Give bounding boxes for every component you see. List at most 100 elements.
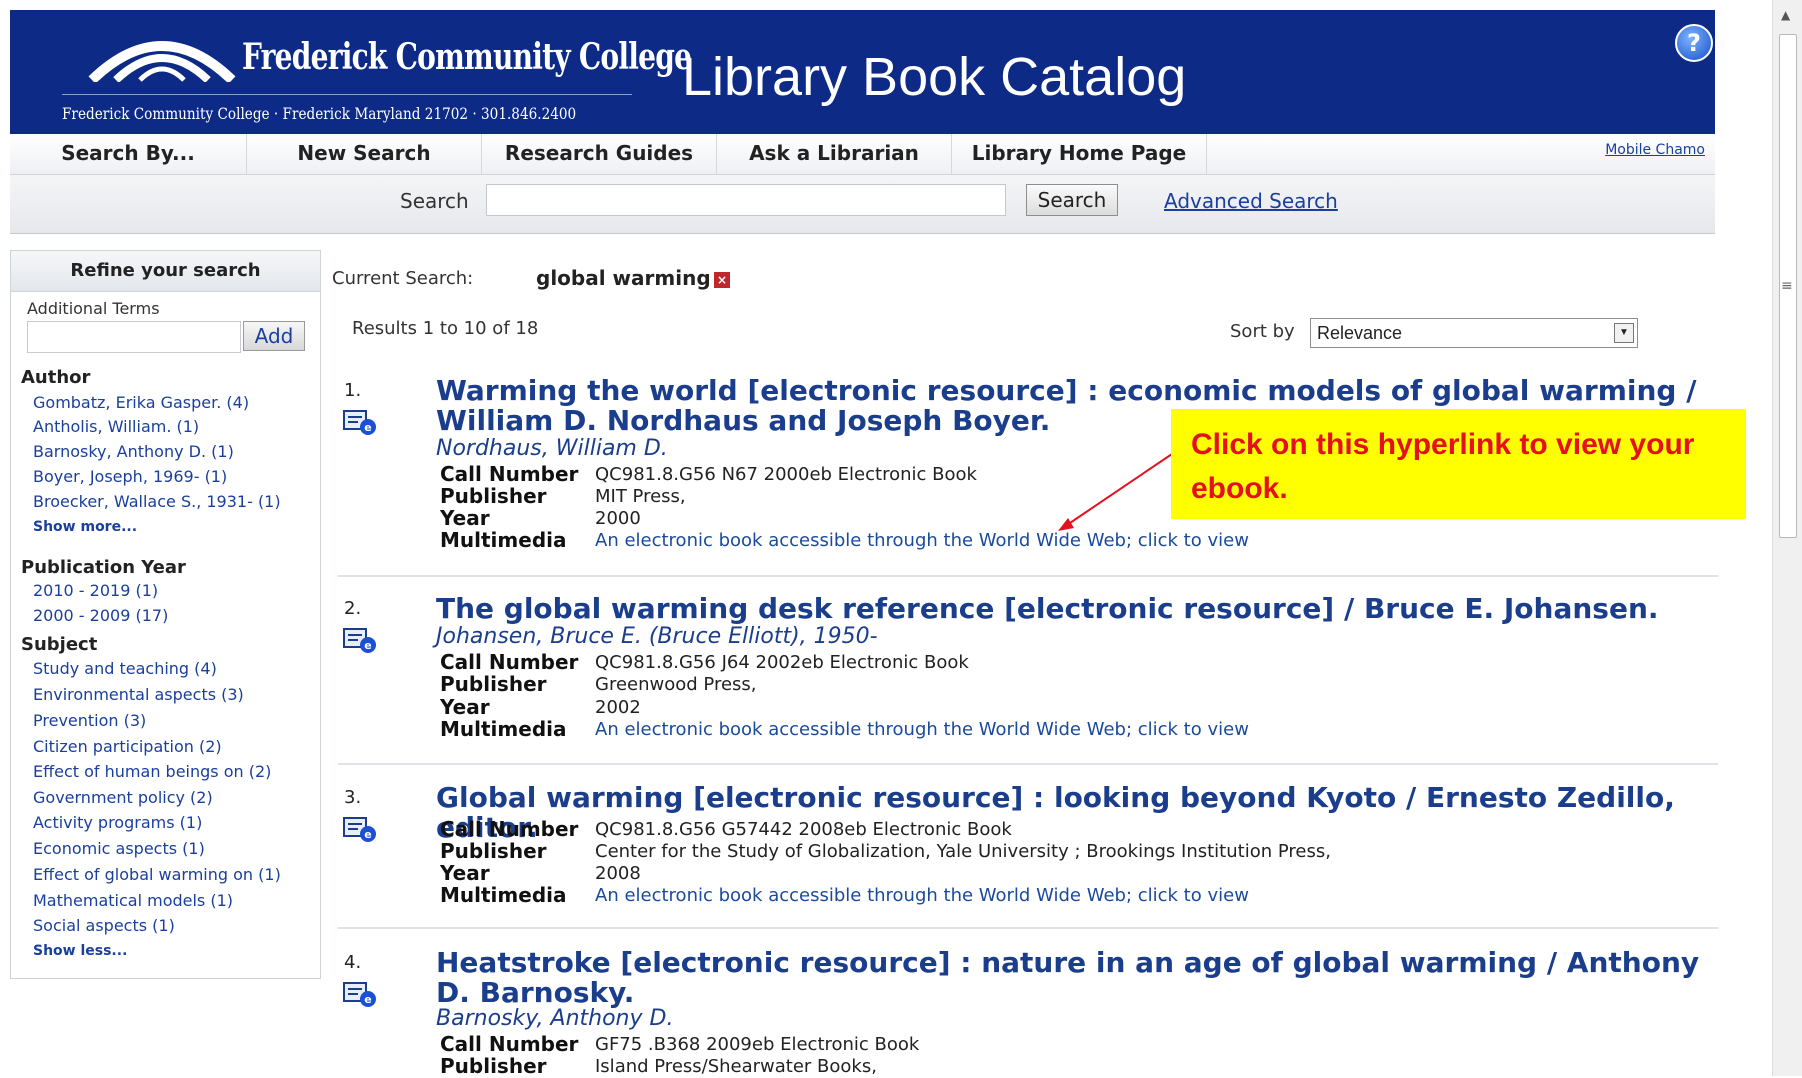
sort-label: Sort by [1230,321,1295,342]
catalog-page: Frederick Community College Frederick Co… [0,0,1760,1078]
refine-panel: Refine your search Additional Terms Add … [10,250,321,979]
scroll-up-icon[interactable]: ▲ [1781,8,1790,22]
result-divider [338,763,1718,765]
close-icon[interactable]: × [714,272,730,288]
year-value: 2008 [595,863,641,884]
facet-year[interactable]: 2010 - 2019 (1) [33,581,158,600]
advanced-search-link[interactable]: Advanced Search [1164,189,1338,213]
facet-author[interactable]: Gombatz, Erika Gasper. (4) [33,393,249,412]
ebook-icon: e [343,817,376,842]
call-number-value: QC981.8.G56 N67 2000eb Electronic Book [595,464,977,485]
facet-author[interactable]: Boyer, Joseph, 1969- (1) [33,467,227,486]
vertical-scrollbar[interactable]: ▲ [1772,0,1802,1076]
multimedia-label: Multimedia [440,717,567,741]
result-number: 1. [344,380,362,401]
facet-author[interactable]: Broecker, Wallace S., 1931- (1) [33,492,281,511]
multimedia-label: Multimedia [440,528,567,552]
call-number-label: Call Number [440,817,579,841]
result-title-link[interactable]: Heatstroke [electronic resource] : natur… [436,948,1716,1008]
facet-subject[interactable]: Economic aspects (1) [33,839,205,858]
current-search-term: global warming [536,266,711,290]
search-bar: Search Search Advanced Search [10,175,1715,234]
year-label: Year [440,506,490,530]
facet-author[interactable]: Barnosky, Anthony D. (1) [33,442,234,461]
call-number-label: Call Number [440,462,579,486]
publisher-label: Publisher [440,484,547,508]
college-logo-icon [88,41,236,82]
nav-library-home-page[interactable]: Library Home Page [952,134,1207,174]
search-button[interactable]: Search [1026,184,1118,216]
facet-subject[interactable]: Prevention (3) [33,711,146,730]
result-title-link[interactable]: The global warming desk reference [elect… [436,594,1716,624]
refine-heading: Refine your search [11,251,320,292]
result-number: 4. [344,952,362,973]
facet-subject[interactable]: Social aspects (1) [33,916,175,935]
additional-terms-label: Additional Terms [27,299,160,318]
call-number-label: Call Number [440,1032,579,1056]
facet-subject[interactable]: Environmental aspects (3) [33,685,244,704]
svg-text:e: e [364,639,371,652]
mobile-link[interactable]: Mobile Chamo [1605,142,1705,158]
page-title: Library Book Catalog [682,47,1187,107]
sort-value: Relevance [1317,323,1403,343]
call-number-value: QC981.8.G56 G57442 2008eb Electronic Boo… [595,819,1012,840]
additional-terms-input[interactable] [27,321,241,353]
publisher-value: MIT Press, [595,486,686,507]
publication-year-heading: Publication Year [21,557,186,578]
subject-heading: Subject [21,634,98,655]
nav-ask-a-librarian[interactable]: Ask a Librarian [717,134,952,174]
result-author-link[interactable]: Barnosky, Anthony D. [436,1006,673,1031]
facet-subject[interactable]: Activity programs (1) [33,813,202,832]
facet-subject[interactable]: Effect of human beings on (2) [33,762,271,781]
show-less-link[interactable]: Show less... [33,943,127,959]
facet-subject[interactable]: Study and teaching (4) [33,659,217,678]
nav-search-by[interactable]: Search By... [10,134,247,174]
show-more-link[interactable]: Show more... [33,519,137,535]
help-icon[interactable]: ? [1675,24,1713,62]
results-count: Results 1 to 10 of 18 [352,318,539,339]
year-value: 2000 [595,508,641,529]
result-divider [338,575,1718,577]
publisher-value: Center for the Study of Globalization, Y… [595,841,1331,862]
ebook-view-link[interactable]: An electronic book accessible through th… [595,719,1249,740]
result-author-link[interactable]: Johansen, Bruce E. (Bruce Elliott), 1950… [436,624,878,649]
college-address: Frederick Community College · Frederick … [62,104,577,123]
callout-box: Click on this hyperlink to view your ebo… [1171,409,1746,519]
svg-text:e: e [364,828,371,841]
main-nav: Search By... New Search Research Guides … [10,134,1715,175]
svg-text:e: e [364,421,371,434]
ebook-view-link[interactable]: An electronic book accessible through th… [595,530,1249,551]
ebook-view-link[interactable]: An electronic book accessible through th… [595,885,1249,906]
grip-icon: ≡ [1781,278,1793,294]
result-item: 2. e The global warming desk reference [… [340,594,1716,748]
call-number-label: Call Number [440,650,579,674]
publisher-label: Publisher [440,1054,547,1078]
facet-subject[interactable]: Citizen participation (2) [33,737,222,756]
result-author-link[interactable]: Nordhaus, William D. [436,436,668,461]
facet-subject[interactable]: Government policy (2) [33,788,213,807]
ebook-icon: e [343,982,376,1007]
author-heading: Author [21,367,91,388]
year-label: Year [440,861,490,885]
svg-text:e: e [364,993,371,1006]
call-number-value: QC981.8.G56 J64 2002eb Electronic Book [595,652,969,673]
sort-select[interactable]: Relevance ▼ [1310,318,1638,348]
publisher-label: Publisher [440,839,547,863]
chevron-down-icon[interactable]: ▼ [1614,323,1634,343]
add-button[interactable]: Add [243,321,305,351]
header-banner: Frederick Community College Frederick Co… [10,10,1715,134]
callout-text: Click on this hyperlink to view your ebo… [1191,428,1695,505]
publisher-value: Island Press/Shearwater Books, [595,1056,877,1077]
nav-research-guides[interactable]: Research Guides [482,134,717,174]
facet-subject[interactable]: Mathematical models (1) [33,891,233,910]
facet-year[interactable]: 2000 - 2009 (17) [33,606,168,625]
result-number: 3. [344,787,362,808]
publisher-value: Greenwood Press, [595,674,757,695]
facet-subject[interactable]: Effect of global warming on (1) [33,865,281,884]
result-item: 4. e Heatstroke [electronic resource] : … [340,948,1716,1078]
facet-author[interactable]: Antholis, William. (1) [33,417,199,436]
search-input[interactable] [486,184,1006,216]
search-label: Search [400,189,469,213]
nav-new-search[interactable]: New Search [247,134,482,174]
ebook-icon: e [343,628,376,653]
